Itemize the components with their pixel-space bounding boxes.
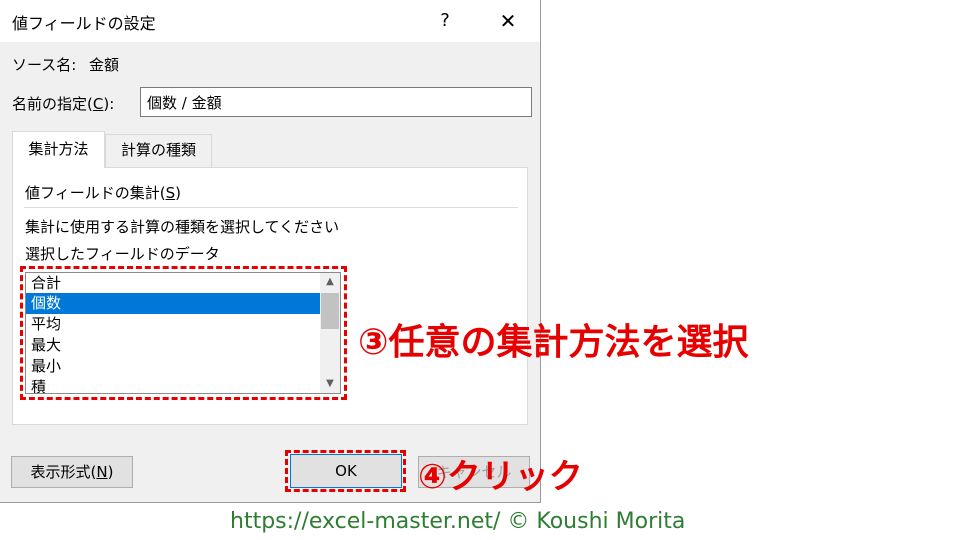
custom-name-input[interactable] xyxy=(140,87,532,117)
step3-annotation: ③任意の集計方法を選択 xyxy=(358,322,749,363)
heading-divider xyxy=(24,207,518,208)
summarize-heading: 値フィールドの集計(S) xyxy=(25,184,181,202)
title-bar: 値フィールドの設定 ? ✕ xyxy=(0,0,540,42)
step4-annotation: ④クリック xyxy=(418,457,583,497)
site-credit: https://excel-master.net/ © Koushi Morit… xyxy=(230,509,686,534)
name-field-label: 名前の指定(C): xyxy=(12,95,115,113)
dialog-title: 値フィールドの設定 xyxy=(12,14,156,33)
help-icon[interactable]: ? xyxy=(430,8,460,34)
instruction-text-1: 集計に使用する計算の種類を選択してください xyxy=(25,218,340,236)
source-name-value: 金額 xyxy=(89,56,120,74)
value-field-settings-dialog: 値フィールドの設定 ? ✕ ソース名: 金額 名前の指定(C): 集計方法 計算… xyxy=(0,0,541,503)
instruction-text-2: 選択したフィールドのデータ xyxy=(25,245,220,263)
number-format-button[interactable]: 表示形式(N) xyxy=(11,456,133,488)
close-icon[interactable]: ✕ xyxy=(493,8,523,34)
source-name-label: ソース名: xyxy=(12,56,77,74)
list-highlight-box xyxy=(20,266,347,400)
tab-show-values-as[interactable]: 計算の種類 xyxy=(105,134,212,167)
tab-summarize-by[interactable]: 集計方法 xyxy=(12,131,105,168)
ok-highlight-box xyxy=(285,450,406,492)
